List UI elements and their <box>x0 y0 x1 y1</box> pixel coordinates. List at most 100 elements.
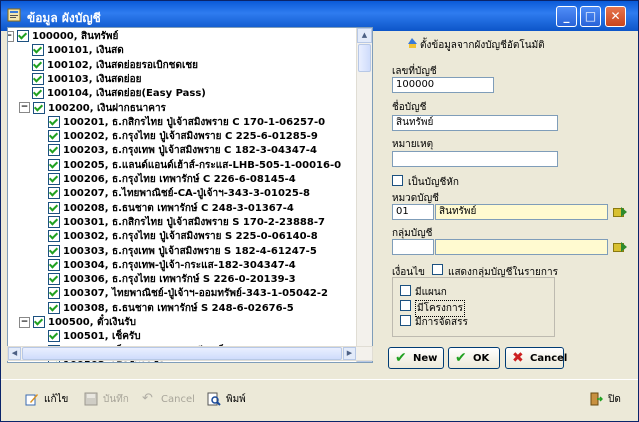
account-no-field[interactable]: 100000 <box>392 77 494 93</box>
tree-item-checkbox[interactable] <box>32 44 44 57</box>
tree-item-label: 100307, ไทยพาณิชย์-ปู่เจ้าฯ-ออมทรัพย์-34… <box>63 288 328 300</box>
maximize-button[interactable]: □ <box>580 6 601 27</box>
tree-item[interactable]: 100303, ธ.กรุงเทพ ปู่เจ้าสมิงพราย S 182-… <box>48 244 317 259</box>
tree-item[interactable]: 100307, ไทยพาณิชย์-ปู่เจ้าฯ-ออมทรัพย์-34… <box>48 287 328 301</box>
close-button[interactable]: ✕ <box>605 6 626 27</box>
new-button[interactable]: ✔ New <box>388 347 444 369</box>
tree-item[interactable]: 100103, เงินสดย่อย <box>32 72 142 87</box>
tree-item-checkbox[interactable] <box>48 187 60 200</box>
tree-item[interactable]: 100501, เช็ครับ <box>48 330 141 344</box>
save-button[interactable]: บันทึก <box>84 389 129 411</box>
group-lookup-icon[interactable] <box>612 239 628 255</box>
scroll-thumb[interactable] <box>358 44 371 72</box>
tree-item-label: 100306, ธ.กรุงไทย เทพารักษ์ S 226-0-2013… <box>63 274 296 286</box>
window-title: ข้อมูล ผังบัญชี <box>27 11 101 25</box>
checkmark-icon <box>32 87 43 97</box>
auto-setup-link[interactable]: ตั้งข้อมูลจากผังบัญชีอัตโนมัติ <box>420 38 545 53</box>
tree-item-label: 100101, เงินสด <box>47 45 124 57</box>
tree-item-checkbox[interactable] <box>33 101 45 114</box>
save-button-label: บันทึก <box>103 394 129 405</box>
tree-item-checkbox[interactable] <box>17 30 29 42</box>
tree-item-checkbox[interactable] <box>32 58 44 71</box>
checkmark-icon <box>48 244 59 255</box>
checkmark-icon <box>48 302 59 312</box>
tree-item[interactable]: 100202, ธ.กรุงไทย ปู่เจ้าสมิงพราย C 225-… <box>48 130 318 144</box>
tree-item-checkbox[interactable] <box>32 87 44 100</box>
note-field[interactable] <box>392 151 558 167</box>
tree-item[interactable]: 100301, ธ.กสิกรไทย ปู่เจ้าสมิงพราย S 170… <box>48 215 325 230</box>
tree-item-checkbox[interactable] <box>48 287 60 300</box>
tree-item-checkbox[interactable] <box>48 244 60 257</box>
tree-item-checkbox[interactable] <box>48 130 60 143</box>
category-name-field: สินทรัพย์ <box>435 204 608 220</box>
tree-vertical-scrollbar[interactable]: ▲ ▼ <box>356 28 372 362</box>
collapse-toggle-icon[interactable]: − <box>19 102 30 113</box>
tree-item[interactable]: 100203, ธ.กรุงเทพ ปู่เจ้าสมิงพราย C 182-… <box>48 144 317 158</box>
tree-item-label: 100303, ธ.กรุงเทพ ปู่เจ้าสมิงพราย S 182-… <box>63 245 317 257</box>
category-code-field[interactable]: 01 <box>392 204 434 220</box>
tree-item-checkbox[interactable] <box>48 173 60 185</box>
tree-item[interactable]: 100304, ธ.กรุงเทพ-ปู่เจ้า-กระแส-182-3043… <box>48 258 296 273</box>
tree-item[interactable]: 100308, ธ.ธนชาต เทพารักษ์ S 248-6-02676-… <box>48 301 294 316</box>
is-deduct-label: เป็นบัญชีหัก <box>408 177 459 188</box>
tree-item-checkbox[interactable] <box>48 330 60 343</box>
checkmark-icon <box>33 101 44 112</box>
print-button[interactable]: พิมพ์ <box>207 389 246 411</box>
tree-item[interactable]: 100206, ธ.กรุงไทย เทพารักษ์ C 226-6-0814… <box>48 173 296 187</box>
tree-item[interactable]: 100102, เงินสดย่อยรอเบิกชดเชย <box>32 58 198 73</box>
tree-item-checkbox[interactable] <box>48 158 60 171</box>
tree-item[interactable]: − 100200, เงินฝากธนาคาร <box>19 101 166 116</box>
tree-item-checkbox[interactable] <box>48 115 60 128</box>
show-group-checkbox[interactable] <box>432 264 443 275</box>
scroll-up-icon[interactable]: ▲ <box>357 28 372 43</box>
h-scroll-thumb[interactable] <box>22 347 342 360</box>
account-name-field[interactable]: สินทรัพย์ <box>392 115 558 131</box>
tree-item-checkbox[interactable] <box>48 258 60 271</box>
edit-button[interactable]: แก้ไข <box>25 389 68 411</box>
tree-item-checkbox[interactable] <box>32 72 44 85</box>
tree-item[interactable]: − 100500, ตั๋วเงินรับ <box>19 316 136 330</box>
tree-item[interactable]: 100208, ธ.ธนชาต เทพารักษ์ C 248-3-01367-… <box>48 201 294 216</box>
has-allocation-checkbox[interactable] <box>400 315 411 326</box>
tree-item-checkbox[interactable] <box>48 215 60 228</box>
exit-button[interactable]: ปิด <box>589 389 621 411</box>
cancel-button[interactable]: ✖ Cancel <box>505 347 567 369</box>
tree-item-checkbox[interactable] <box>48 301 60 314</box>
tree-item-label: 100103, เงินสดย่อย <box>47 73 142 85</box>
tree-item[interactable]: 100101, เงินสด <box>32 44 124 58</box>
tree-item[interactable]: 100306, ธ.กรุงไทย เทพารักษ์ S 226-0-2013… <box>48 273 296 287</box>
undo-icon: ↶ <box>142 391 153 406</box>
group-code-field[interactable] <box>392 239 434 255</box>
tree-item-checkbox[interactable] <box>33 316 45 328</box>
collapse-toggle-icon[interactable]: − <box>19 316 30 328</box>
tree-horizontal-scrollbar[interactable]: ◀ ▶ <box>7 346 373 361</box>
app-icon <box>7 8 21 22</box>
account-tree[interactable]: − 100000, สินทรัพย์ 100101, เงินสด 100102, … <box>7 27 373 363</box>
checkmark-icon <box>48 230 59 240</box>
checkmark-icon <box>48 130 59 140</box>
tree-item[interactable]: 100302, ธ.กรุงไทย ปู่เจ้าสมิงพราย S 225-… <box>48 230 318 244</box>
tree-item-checkbox[interactable] <box>48 230 60 243</box>
tree-item[interactable]: 100207, ธ.ไทยพาณิชย์-CA-ปู่เจ้าฯ-343-3-0… <box>48 187 310 201</box>
scroll-left-icon[interactable]: ◀ <box>8 347 21 360</box>
tree-item[interactable]: − 100000, สินทรัพย์ <box>8 30 118 44</box>
has-department-checkbox[interactable] <box>400 285 411 296</box>
checkmark-icon <box>48 187 59 197</box>
ok-button[interactable]: ✔ OK <box>448 347 500 369</box>
tree-item-checkbox[interactable] <box>48 144 60 157</box>
collapse-toggle-icon[interactable]: − <box>8 30 14 42</box>
exit-button-label: ปิด <box>608 394 621 405</box>
tree-item[interactable]: 100201, ธ.กสิกรไทย ปู่เจ้าสมิงพราย C 170… <box>48 115 325 130</box>
tree-item[interactable]: 100205, ธ.แลนด์แอนด์เฮ้าส์-กระแส-LHB-505… <box>48 158 341 173</box>
tree-item[interactable]: 100104, เงินสดย่อย(Easy Pass) <box>32 87 206 101</box>
account-name-label: ชื่อบัญชี <box>392 102 427 113</box>
category-lookup-icon[interactable] <box>612 204 628 220</box>
cancel-edit-button[interactable]: ↶ Cancel <box>142 389 195 411</box>
has-project-checkbox[interactable] <box>400 300 411 311</box>
tree-item-checkbox[interactable] <box>48 273 60 286</box>
check-icon: ✔ <box>455 350 467 366</box>
tree-item-checkbox[interactable] <box>48 201 60 214</box>
scroll-right-icon[interactable]: ▶ <box>343 347 356 360</box>
minimize-button[interactable]: _ <box>556 6 577 27</box>
is-deduct-checkbox[interactable] <box>392 175 403 186</box>
